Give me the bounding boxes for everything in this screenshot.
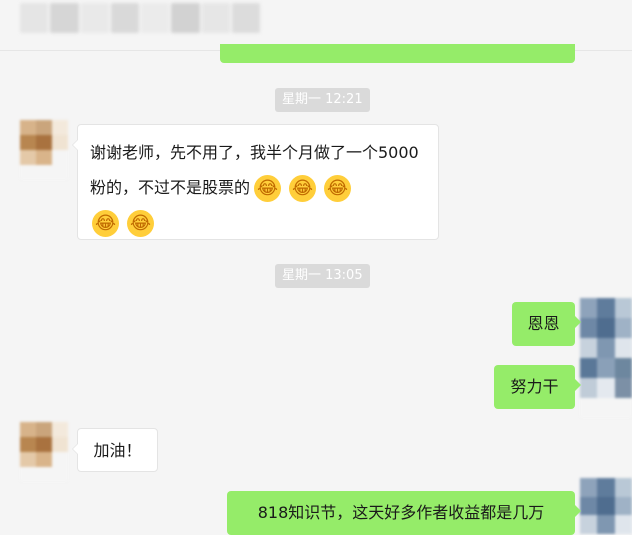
received-message: 加油！ — [72, 428, 158, 472]
sent-message: 努力干 — [494, 365, 581, 409]
contact-avatar[interactable] — [20, 120, 68, 180]
my-avatar[interactable] — [580, 298, 632, 418]
laughing-tears-emoji: 😂 — [92, 210, 119, 237]
laughing-tears-emoji: 😂 — [324, 175, 352, 202]
received-message: 谢谢老师，先不用了，我半个月做了一个5000粉的，不过不是股票的 😂 😂 😂 😂 😂 — [72, 124, 439, 240]
sent-message: 恩恩 — [512, 302, 581, 346]
blurred-contact-name — [20, 3, 260, 33]
previous-sent-bubble — [220, 44, 575, 63]
contact-avatar[interactable] — [20, 422, 68, 482]
my-avatar[interactable] — [580, 478, 632, 534]
laughing-tears-emoji: 😂 — [254, 175, 282, 202]
timestamp: 星期一 12:21 — [275, 88, 370, 112]
laughing-tears-emoji: 😂 — [289, 175, 317, 202]
sent-message: 818知识节，这天好多作者收益都是几万 — [227, 491, 581, 535]
laughing-tears-emoji: 😂 — [127, 210, 154, 237]
timestamp: 星期一 13:05 — [275, 264, 370, 288]
